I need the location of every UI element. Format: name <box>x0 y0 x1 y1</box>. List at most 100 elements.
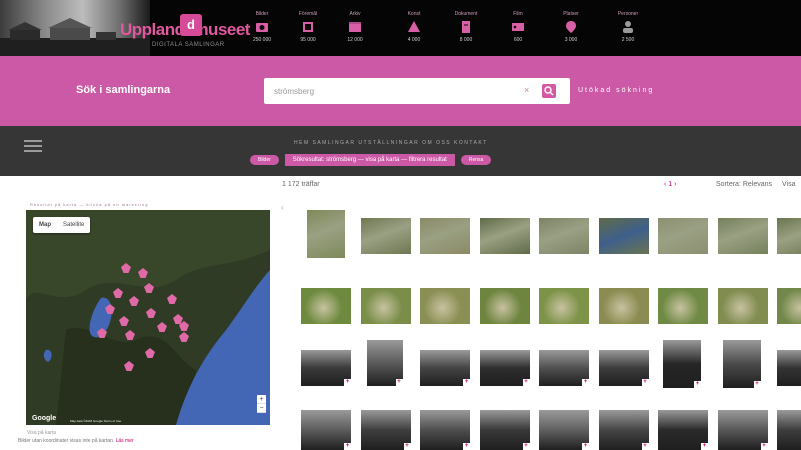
thumbnail-photo[interactable] <box>717 218 768 254</box>
thumbnail-photo[interactable]: + <box>777 350 801 386</box>
thumbnail-photo[interactable] <box>539 288 589 324</box>
add-to-list-icon[interactable]: + <box>522 379 530 386</box>
filter-chip-clear[interactable]: Rensa <box>460 155 492 165</box>
thumbnail-photo[interactable] <box>479 288 530 324</box>
thumbnail-photo[interactable] <box>717 288 768 324</box>
thumbnail-photo[interactable] <box>539 218 589 254</box>
zoom-in-button[interactable]: + <box>257 395 266 404</box>
stat-platser[interactable]: Platser 3 000 <box>549 11 593 43</box>
menu-icon[interactable] <box>24 140 42 152</box>
thumbnail-photo[interactable]: + <box>717 410 768 450</box>
add-to-list-icon[interactable]: + <box>344 443 351 450</box>
thumbnail-photo[interactable]: + <box>301 410 351 450</box>
map-pin-icon[interactable] <box>124 358 134 371</box>
thumbnail-photo[interactable] <box>598 218 649 254</box>
map-type-satellite[interactable]: Satellite <box>57 217 90 233</box>
stat-label: Arkiv <box>349 11 361 17</box>
add-to-list-icon[interactable]: + <box>641 443 649 450</box>
thumbnail-photo[interactable] <box>420 218 470 254</box>
thumbnail-photo[interactable]: + <box>663 340 701 388</box>
thumbnail-photo[interactable]: + <box>360 410 411 450</box>
thumbnail-photo[interactable] <box>658 288 708 324</box>
thumbnail-photo[interactable] <box>658 218 708 254</box>
thumbnail-photo[interactable] <box>301 288 351 324</box>
thumbnail-photo[interactable]: + <box>777 410 801 450</box>
map-pin-icon[interactable] <box>157 319 167 332</box>
add-to-list-icon[interactable]: + <box>753 381 761 388</box>
map-type-toggle[interactable]: Map Satellite <box>33 217 91 233</box>
map-pin-icon[interactable] <box>145 345 155 358</box>
collapse-map-icon[interactable]: ‹ <box>281 203 284 212</box>
thumbnail-photo[interactable] <box>360 218 411 254</box>
thumbnail-photo[interactable]: + <box>479 410 530 450</box>
add-to-list-icon[interactable]: + <box>701 443 708 450</box>
thumbnail-photo[interactable] <box>360 288 411 324</box>
thumbnail-photo[interactable]: + <box>420 410 470 450</box>
add-to-list-icon[interactable]: + <box>760 443 768 450</box>
thumbnail-photo[interactable] <box>777 288 801 324</box>
map-pin-icon[interactable] <box>97 325 107 338</box>
results-map[interactable]: Map Satellite + − Google Map data ©2018 … <box>26 210 270 425</box>
pager[interactable]: ‹ 1 › <box>664 181 676 188</box>
map-pin-icon[interactable] <box>105 301 115 314</box>
stat-dokument[interactable]: Dokument 8 000 <box>444 11 488 43</box>
map-note[interactable]: Visa på karta <box>27 430 56 436</box>
add-to-list-icon[interactable]: + <box>641 379 649 386</box>
view-toggle[interactable]: Visa <box>782 181 796 188</box>
map-type-map[interactable]: Map <box>33 217 57 233</box>
thumbnail-photo[interactable]: + <box>366 340 403 386</box>
add-to-list-icon[interactable]: + <box>344 379 351 386</box>
stat-count: 2 500 <box>621 37 635 43</box>
thumbnail-photo[interactable]: + <box>479 350 530 386</box>
thumbnail-photo[interactable]: + <box>658 410 708 450</box>
search-summary-chip[interactable]: Sökresultat: strömsberg — visa på karta … <box>284 154 455 166</box>
map-pin-icon[interactable] <box>179 318 189 331</box>
advanced-search-link[interactable]: Utökad sökning <box>578 87 654 94</box>
thumbnail-photo[interactable]: + <box>598 410 649 450</box>
map-pin-icon[interactable] <box>146 305 156 318</box>
stat-bilder[interactable]: Bilder 250 000 <box>240 11 284 43</box>
thumbnail-photo[interactable]: + <box>598 350 649 386</box>
add-to-list-icon[interactable]: + <box>522 443 530 450</box>
thumbnail-photo[interactable] <box>777 218 801 254</box>
thumbnail-photo[interactable] <box>598 288 649 324</box>
add-to-list-icon[interactable]: + <box>582 379 589 386</box>
stat-film[interactable]: Film 600 <box>496 11 540 43</box>
sort-dropdown[interactable]: Sortera: Relevans <box>716 181 772 188</box>
add-to-list-icon[interactable]: + <box>463 379 470 386</box>
map-pin-icon[interactable] <box>138 265 148 278</box>
stat-konst[interactable]: Konst 4 000 <box>392 11 436 43</box>
thumbnail-photo[interactable] <box>420 288 470 324</box>
thumbnail-photo[interactable]: + <box>722 340 761 388</box>
map-info-link[interactable]: Läs mer <box>116 438 134 444</box>
thumbnail-photo[interactable] <box>307 210 345 258</box>
stat-föremål[interactable]: Föremål 95 000 <box>286 11 330 43</box>
map-pin-icon[interactable] <box>144 280 154 293</box>
logo-badge-icon[interactable]: d <box>180 14 202 36</box>
thumbnail-photo[interactable] <box>479 218 530 254</box>
map-attribution[interactable]: Map data ©2018 Google Terms of Use <box>70 419 121 423</box>
nav-links[interactable]: HEM SAMLINGAR UTSTÄLLNINGAR OM OSS KONTA… <box>294 140 488 146</box>
map-pin-icon[interactable] <box>119 313 129 326</box>
stat-arkiv[interactable]: Arkiv 12 000 <box>333 11 377 43</box>
clear-search-icon[interactable]: × <box>524 86 529 95</box>
add-to-list-icon[interactable]: + <box>463 443 470 450</box>
search-button[interactable] <box>542 84 556 98</box>
map-pin-icon[interactable] <box>129 293 139 306</box>
add-to-list-icon[interactable]: + <box>694 381 701 388</box>
map-pin-icon[interactable] <box>113 285 123 298</box>
thumbnail-photo[interactable]: + <box>301 350 351 386</box>
map-pin-icon[interactable] <box>167 291 177 304</box>
filter-chip-left[interactable]: Bilder <box>250 155 279 165</box>
map-pin-icon[interactable] <box>121 260 131 273</box>
map-pin-icon[interactable] <box>125 327 135 340</box>
thumbnail-photo[interactable]: + <box>420 350 470 386</box>
thumbnail-photo[interactable]: + <box>539 410 589 450</box>
add-to-list-icon[interactable]: + <box>403 443 411 450</box>
add-to-list-icon[interactable]: + <box>395 379 403 386</box>
zoom-out-button[interactable]: − <box>257 404 266 413</box>
map-pin-icon[interactable] <box>179 329 189 342</box>
thumbnail-photo[interactable]: + <box>539 350 589 386</box>
add-to-list-icon[interactable]: + <box>582 443 589 450</box>
stat-personer[interactable]: Personer 2 500 <box>606 11 650 43</box>
